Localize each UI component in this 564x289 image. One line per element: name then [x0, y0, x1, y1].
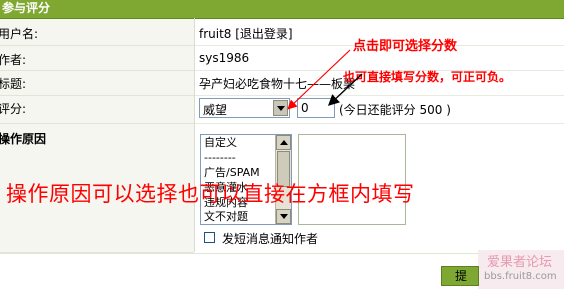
notify-author-checkbox[interactable]	[204, 232, 215, 243]
reason-option[interactable]: 自定义	[204, 136, 237, 150]
annotation-reason-hint: 操作原因可以选择也可以直接在方框内填写	[6, 182, 415, 206]
score-type-selected: 威望	[203, 103, 228, 117]
annotation-click-select: 点击即可选择分数	[353, 39, 458, 54]
panel-header: 参与评分	[0, 0, 564, 19]
chevron-down-icon[interactable]	[273, 100, 288, 116]
reason-option[interactable]: 文不对题	[204, 210, 248, 224]
reason-label: 操作原因	[0, 132, 47, 146]
score-type-select[interactable]: 威望	[199, 98, 290, 118]
author-label: 作者:	[0, 53, 27, 67]
username-label: 用户名:	[0, 27, 39, 41]
notify-author-label[interactable]: 发短消息通知作者	[222, 230, 318, 247]
annotation-direct-input: 也可直接填写分数，可正可负。	[343, 70, 512, 84]
watermark-title: 爱果者论坛	[487, 255, 553, 270]
subject-label-cell: 标题:	[0, 71, 194, 96]
author-value: sys1986	[199, 51, 250, 65]
reason-option[interactable]: --------	[204, 151, 236, 165]
submit-button[interactable]: 提	[441, 266, 479, 286]
watermark-url: bbs.fruit8.com	[484, 271, 557, 282]
panel-title: 参与评分	[2, 1, 51, 15]
scroll-down-icon[interactable]	[276, 209, 291, 224]
author-label-cell: 作者:	[0, 46, 194, 71]
username-value[interactable]: fruit8 [退出登录]	[199, 25, 293, 42]
score-remaining-note: (今日还能评分 500 )	[339, 103, 451, 117]
score-label-cell: 评分:	[0, 96, 194, 124]
username-label-cell: 用户名:	[0, 19, 194, 46]
scroll-up-icon[interactable]	[276, 135, 291, 150]
subject-value: 孕产妇必吃食物十七——板栗	[199, 77, 356, 91]
subject-label: 标题:	[0, 77, 27, 91]
score-input[interactable]	[297, 98, 335, 118]
score-label: 评分:	[0, 102, 27, 116]
